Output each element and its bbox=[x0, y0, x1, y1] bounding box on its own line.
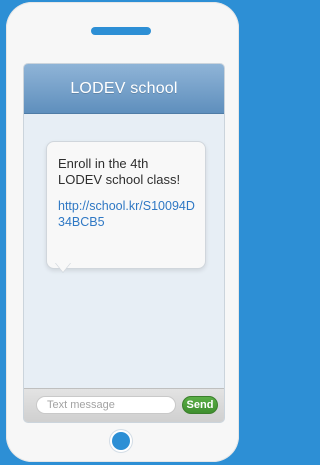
chat-area: Enroll in the 4th LODEV school class! ht… bbox=[24, 114, 224, 388]
phone-screen: LODEV school Enroll in the 4th LODEV sch… bbox=[24, 64, 224, 422]
message-composer: Send bbox=[24, 388, 224, 422]
message-link[interactable]: http://school.kr/S10094D34BCB5 bbox=[58, 198, 195, 230]
home-button-icon[interactable] bbox=[112, 432, 130, 450]
message-bubble: Enroll in the 4th LODEV school class! ht… bbox=[46, 141, 206, 272]
chat-header: LODEV school bbox=[24, 64, 224, 114]
send-button[interactable]: Send bbox=[182, 396, 218, 414]
speaker-slot-icon bbox=[91, 27, 151, 35]
message-input[interactable] bbox=[36, 396, 176, 414]
message-text: Enroll in the 4th LODEV school class! bbox=[58, 156, 181, 187]
page-title: LODEV school bbox=[70, 79, 178, 97]
app-background: LODEV school Enroll in the 4th LODEV sch… bbox=[0, 0, 247, 465]
phone-frame: LODEV school Enroll in the 4th LODEV sch… bbox=[6, 2, 239, 462]
message-bubble-tail bbox=[55, 262, 71, 272]
